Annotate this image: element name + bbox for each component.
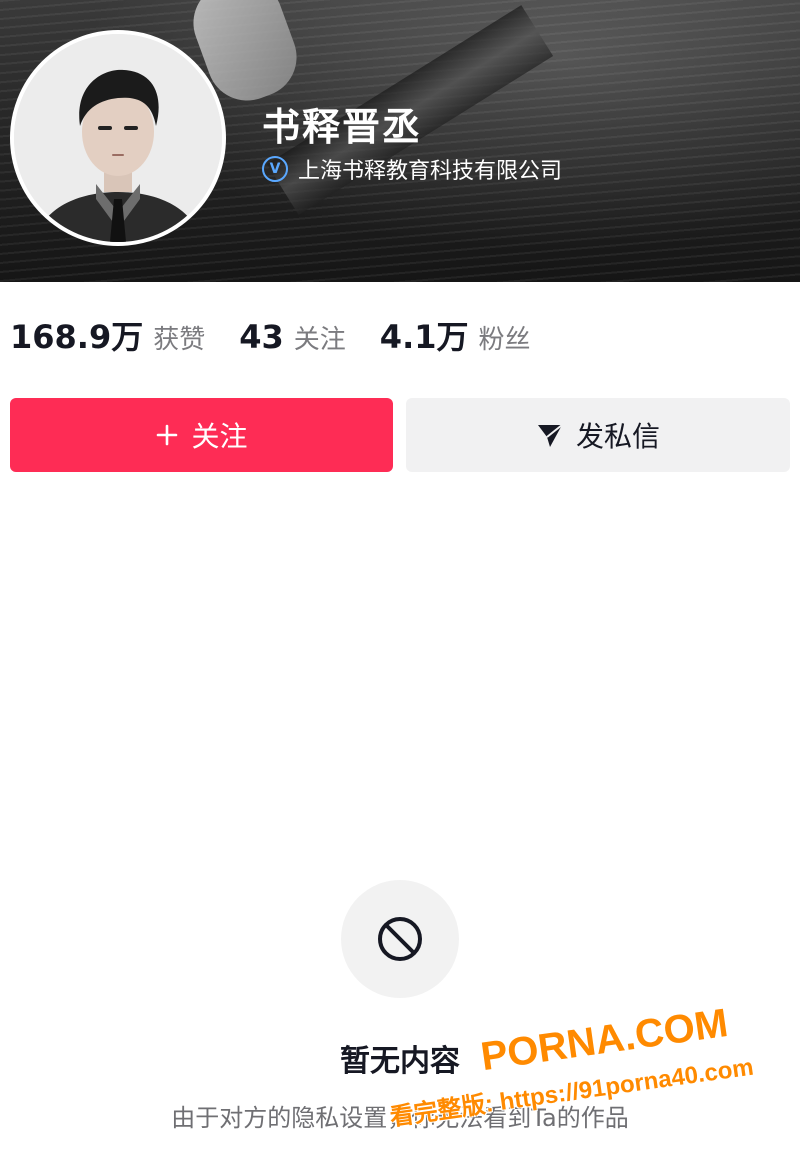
- send-message-button[interactable]: 发私信: [406, 398, 790, 472]
- verified-v-icon: V: [262, 156, 288, 182]
- profile-name: 书释晋丞: [262, 105, 423, 149]
- empty-state-badge: [341, 880, 459, 998]
- stat-followers-label: 粉丝: [478, 325, 531, 355]
- no-entry-icon: [378, 917, 422, 961]
- verified-row: V 上海书释教育科技有限公司: [262, 153, 562, 185]
- stat-following-value: 43: [239, 318, 284, 356]
- send-message-label: 发私信: [575, 420, 660, 453]
- plus-icon: [155, 423, 179, 447]
- stat-followers-value: 4.1万: [379, 318, 469, 356]
- follow-button[interactable]: 关注: [10, 398, 393, 472]
- stat-likes[interactable]: 168.9万 获赞: [10, 312, 205, 358]
- profile-stats: 168.9万 获赞 43 关注 4.1万 粉丝: [10, 312, 565, 358]
- stat-following-label: 关注: [293, 325, 346, 355]
- verified-company: 上海书释教育科技有限公司: [298, 159, 563, 184]
- stat-following[interactable]: 43 关注: [239, 318, 346, 356]
- avatar[interactable]: [10, 30, 226, 246]
- avatar-portrait-icon: [14, 34, 222, 242]
- follow-button-label: 关注: [191, 420, 248, 453]
- stat-likes-value: 168.9万: [10, 318, 144, 356]
- stat-likes-label: 获赞: [153, 325, 206, 355]
- stat-followers[interactable]: 4.1万 粉丝: [380, 312, 531, 358]
- send-icon: [536, 421, 564, 449]
